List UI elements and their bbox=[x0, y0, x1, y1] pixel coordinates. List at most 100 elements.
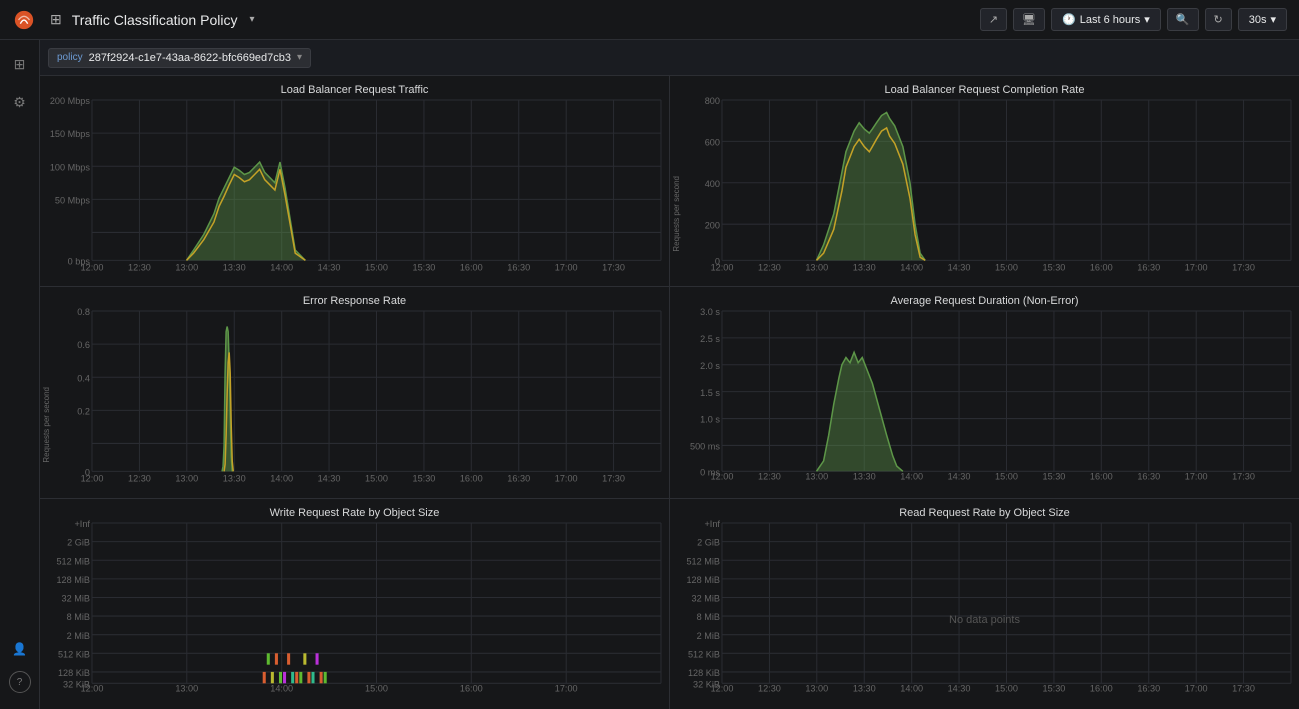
svg-text:14:30: 14:30 bbox=[318, 263, 341, 273]
svg-text:16:30: 16:30 bbox=[1137, 263, 1160, 273]
svg-text:16:00: 16:00 bbox=[1090, 263, 1113, 273]
svg-text:13:00: 13:00 bbox=[805, 683, 828, 693]
svg-text:2.0 s: 2.0 s bbox=[700, 361, 720, 371]
panel-write-request-rate: Write Request Rate by Object Size bbox=[40, 499, 669, 709]
panel-load-balancer-traffic: Load Balancer Request Traffic bbox=[40, 76, 669, 286]
monitor-icon: 🖥 bbox=[1022, 13, 1036, 26]
svg-text:13:30: 13:30 bbox=[223, 263, 246, 273]
svg-text:14:30: 14:30 bbox=[948, 472, 971, 482]
share-button[interactable]: ↗ bbox=[980, 8, 1007, 31]
clock-icon: 🕐 bbox=[1062, 13, 1076, 26]
svg-text:12:30: 12:30 bbox=[758, 472, 781, 482]
svg-text:2 MiB: 2 MiB bbox=[67, 630, 90, 640]
svg-text:512 MiB: 512 MiB bbox=[56, 556, 90, 566]
grid-icon: ⊞ bbox=[50, 11, 62, 28]
sidebar-item-help[interactable]: ? bbox=[9, 671, 31, 693]
chart-completion: Requests per second bbox=[670, 100, 1299, 286]
svg-text:15:00: 15:00 bbox=[995, 683, 1018, 693]
sidebar-item-apps[interactable]: ⊞ bbox=[4, 48, 36, 80]
svg-text:17:00: 17:00 bbox=[555, 683, 578, 693]
svg-text:14:30: 14:30 bbox=[948, 683, 971, 693]
chart-lb-traffic: 200 Mbps 150 Mbps 100 Mbps 50 Mbps 0 bps… bbox=[40, 100, 669, 286]
logo bbox=[12, 8, 36, 32]
dashboard-grid: Load Balancer Request Traffic bbox=[40, 76, 1299, 709]
svg-text:12:30: 12:30 bbox=[128, 474, 151, 484]
share-icon: ↗ bbox=[989, 13, 998, 26]
panel-read-request-rate: Read Request Rate by Object Size No data… bbox=[670, 499, 1299, 709]
svg-text:12:30: 12:30 bbox=[758, 683, 781, 693]
svg-text:14:00: 14:00 bbox=[270, 474, 293, 484]
svg-text:17:00: 17:00 bbox=[555, 263, 578, 273]
no-data-label: No data points bbox=[949, 614, 1020, 626]
svg-text:1.0 s: 1.0 s bbox=[700, 415, 720, 425]
chart-error: Requests per second bbox=[40, 311, 669, 497]
svg-text:17:00: 17:00 bbox=[1185, 683, 1208, 693]
sidebar: ⊞ ⚙ 👤 ? bbox=[0, 40, 40, 709]
svg-text:17:30: 17:30 bbox=[602, 263, 625, 273]
svg-text:12:00: 12:00 bbox=[81, 683, 104, 693]
svg-text:17:30: 17:30 bbox=[602, 474, 625, 484]
time-range-arrow: ▾ bbox=[1144, 13, 1150, 26]
svg-text:14:30: 14:30 bbox=[318, 474, 341, 484]
panel-title-write: Write Request Rate by Object Size bbox=[40, 499, 669, 523]
svg-text:0.4: 0.4 bbox=[77, 374, 90, 384]
svg-text:14:00: 14:00 bbox=[900, 472, 923, 482]
time-range-button[interactable]: 🕐 Last 6 hours ▾ bbox=[1051, 8, 1161, 31]
svg-text:2 GiB: 2 GiB bbox=[67, 537, 90, 547]
svg-text:2 MiB: 2 MiB bbox=[697, 630, 720, 640]
svg-text:12:00: 12:00 bbox=[81, 474, 104, 484]
y-axis-error: Requests per second bbox=[42, 387, 82, 463]
panel-avg-duration: Average Request Duration (Non-Error) bbox=[670, 287, 1299, 497]
svg-text:+Inf: +Inf bbox=[74, 519, 90, 529]
filter-value: 287f2924-c1e7-43aa-8622-bfc669ed7cb3 bbox=[89, 52, 291, 64]
svg-text:13:30: 13:30 bbox=[853, 683, 876, 693]
filter-dropdown-arrow: ▾ bbox=[297, 52, 302, 63]
sidebar-item-settings[interactable]: ⚙ bbox=[4, 86, 36, 118]
svg-text:15:30: 15:30 bbox=[1043, 472, 1066, 482]
filter-key: policy bbox=[57, 52, 83, 63]
svg-text:15:00: 15:00 bbox=[365, 683, 388, 693]
topbar: ⊞ Traffic Classification Policy ▾ ↗ 🖥 🕐 … bbox=[0, 0, 1299, 40]
svg-text:512 MiB: 512 MiB bbox=[686, 556, 720, 566]
panel-title-error: Error Response Rate bbox=[40, 287, 669, 311]
svg-text:13:00: 13:00 bbox=[175, 474, 198, 484]
svg-text:16:30: 16:30 bbox=[1137, 683, 1160, 693]
sidebar-item-user[interactable]: 👤 bbox=[4, 633, 36, 665]
svg-text:13:00: 13:00 bbox=[175, 683, 198, 693]
svg-text:0.6: 0.6 bbox=[77, 341, 90, 351]
y-axis-completion: Requests per second bbox=[672, 176, 712, 252]
svg-text:16:00: 16:00 bbox=[460, 263, 483, 273]
svg-text:32 MiB: 32 MiB bbox=[62, 593, 90, 603]
refresh-button[interactable]: ↻ bbox=[1205, 8, 1232, 31]
svg-text:15:00: 15:00 bbox=[365, 263, 388, 273]
filterbar: policy 287f2924-c1e7-43aa-8622-bfc669ed7… bbox=[0, 40, 1299, 76]
svg-text:16:00: 16:00 bbox=[1090, 472, 1113, 482]
panel-title-duration: Average Request Duration (Non-Error) bbox=[670, 287, 1299, 311]
zoom-out-icon: 🔍 bbox=[1176, 13, 1190, 26]
svg-text:16:30: 16:30 bbox=[507, 474, 530, 484]
svg-text:13:00: 13:00 bbox=[175, 263, 198, 273]
svg-text:14:00: 14:00 bbox=[900, 263, 923, 273]
panel-title-lb-traffic: Load Balancer Request Traffic bbox=[40, 76, 669, 100]
refresh-interval-button[interactable]: 30s ▾ bbox=[1238, 8, 1287, 31]
monitor-button[interactable]: 🖥 bbox=[1013, 8, 1045, 31]
svg-text:13:00: 13:00 bbox=[805, 472, 828, 482]
svg-text:8 MiB: 8 MiB bbox=[67, 612, 90, 622]
svg-text:15:30: 15:30 bbox=[1043, 683, 1066, 693]
policy-filter-tag[interactable]: policy 287f2924-c1e7-43aa-8622-bfc669ed7… bbox=[48, 48, 311, 68]
title-dropdown-arrow[interactable]: ▾ bbox=[249, 14, 254, 25]
svg-text:32 MiB: 32 MiB bbox=[692, 593, 720, 603]
svg-text:12:00: 12:00 bbox=[711, 263, 734, 273]
svg-text:15:00: 15:00 bbox=[995, 472, 1018, 482]
svg-text:16:30: 16:30 bbox=[507, 263, 530, 273]
svg-text:17:00: 17:00 bbox=[1185, 472, 1208, 482]
zoom-out-button[interactable]: 🔍 bbox=[1167, 8, 1199, 31]
refresh-interval-label: 30s bbox=[1249, 14, 1267, 26]
page-title: Traffic Classification Policy bbox=[72, 12, 238, 28]
svg-text:12:30: 12:30 bbox=[128, 263, 151, 273]
panel-title-read: Read Request Rate by Object Size bbox=[670, 499, 1299, 523]
panel-error-response: Error Response Rate Requests per second bbox=[40, 287, 669, 497]
svg-text:13:30: 13:30 bbox=[853, 472, 876, 482]
svg-text:0.8: 0.8 bbox=[77, 307, 90, 317]
svg-text:600: 600 bbox=[705, 137, 720, 147]
